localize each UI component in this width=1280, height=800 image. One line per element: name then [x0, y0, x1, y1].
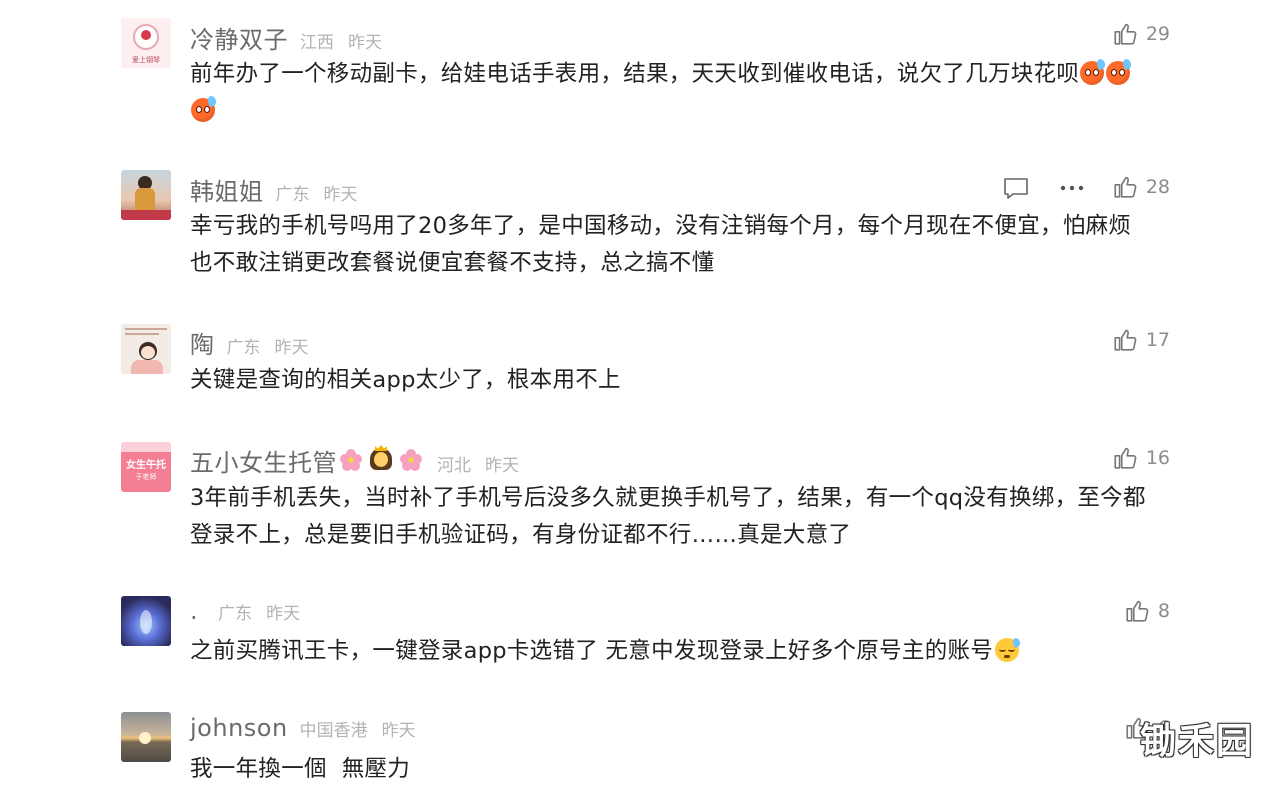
- comment-text-line: 也不敢注销更改套餐说便宜套餐不支持，总之搞不懂: [190, 250, 715, 276]
- comment-bubble-icon: [1004, 178, 1028, 199]
- comment-text-content: 前年办了一个移动副卡，给娃电话手表用，结果，天天收到催收电话，说欠了几万块花呗: [190, 61, 1080, 87]
- time-label: 昨天: [266, 604, 301, 624]
- avatar-subtext: 于老师: [135, 473, 157, 481]
- like-button[interactable]: 16: [1112, 445, 1170, 471]
- comment-text: 3年前手机丢失，当时补了手机号后没多久就更换手机号了，结果，有一个qq没有换绑，…: [190, 480, 1180, 554]
- like-button[interactable]: 17: [1112, 327, 1170, 353]
- username[interactable]: 陶: [190, 325, 215, 360]
- like-count: 8: [1157, 600, 1170, 622]
- avatar-text: 爱上钢琴: [132, 56, 160, 64]
- reply-button[interactable]: [1001, 173, 1031, 203]
- watermark: 锄禾园: [1139, 721, 1254, 762]
- time-label: 昨天: [323, 185, 358, 205]
- thumbs-up-icon: [1114, 447, 1137, 469]
- like-button[interactable]: 29: [1112, 21, 1170, 47]
- comment-text-line: 关键是查询的相关app太少了，根本用不上: [190, 367, 621, 393]
- region-label: 中国香港: [299, 721, 368, 741]
- region-label: 河北: [437, 456, 471, 476]
- more-button[interactable]: [1057, 173, 1087, 203]
- princess-emoji: [369, 445, 393, 471]
- username[interactable]: 冷静双子: [190, 20, 288, 55]
- cold-sweat-emoji: [191, 94, 218, 122]
- comment-text: 关键是查询的相关app太少了，根本用不上: [190, 362, 1180, 399]
- avatar[interactable]: [121, 596, 171, 646]
- avatar[interactable]: 爱上钢琴: [121, 18, 171, 68]
- thumbs-up-icon: [1114, 23, 1137, 45]
- time-label: 昨天: [381, 721, 416, 741]
- like-button[interactable]: 28: [1112, 174, 1170, 200]
- time-label: 昨天: [348, 33, 382, 53]
- time-label: 昨天: [485, 456, 519, 476]
- username[interactable]: johnson: [190, 714, 288, 742]
- comment-text-line: 登录不上，总是要旧手机验证码，有身份证都不行……真是大意了: [190, 522, 852, 548]
- avatar-text: 女生午托: [126, 460, 166, 471]
- username[interactable]: .: [190, 597, 198, 625]
- comment-text-line: 我一年換一個 無壓力: [190, 756, 411, 782]
- comment-text: 之前买腾讯王卡，一键登录app卡选错了 无意中发现登录上好多个原号主的账号: [190, 633, 1180, 670]
- avatar[interactable]: 女生午托 于老师: [121, 442, 171, 492]
- comment-text-content: 之前买腾讯王卡，一键登录app卡选错了 无意中发现登录上好多个原号主的账号: [190, 638, 994, 664]
- cherry-blossom-emoji: [340, 449, 362, 471]
- comment-text: 前年办了一个移动副卡，给娃电话手表用，结果，天天收到催收电话，说欠了几万块花呗: [190, 56, 1180, 130]
- cold-sweat-emoji: [1106, 57, 1133, 85]
- region-label: 广东: [226, 338, 261, 358]
- yawn-sweat-emoji: [995, 637, 1022, 662]
- avatar[interactable]: [121, 712, 171, 762]
- username[interactable]: 五小女生托管: [190, 443, 337, 478]
- region-label: 广东: [218, 604, 253, 624]
- comment-text: 我一年換一個 無壓力: [190, 751, 1180, 788]
- like-count: 16: [1145, 447, 1170, 469]
- cold-sweat-emoji: [1080, 57, 1107, 85]
- time-label: 昨天: [274, 338, 309, 358]
- like-count: 28: [1145, 176, 1170, 198]
- thumbs-up-icon: [1114, 329, 1137, 351]
- like-count: 29: [1145, 23, 1170, 45]
- more-dots-icon: [1060, 185, 1084, 191]
- cherry-blossom-emoji: [400, 449, 422, 471]
- like-button[interactable]: 8: [1124, 598, 1170, 624]
- region-label: 江西: [300, 33, 334, 53]
- avatar[interactable]: [121, 324, 171, 374]
- comment-text-line: 幸亏我的手机号吗用了20多年了，是中国移动，没有注销每个月，每个月现在不便宜，怕…: [190, 213, 1132, 239]
- avatar[interactable]: [121, 170, 171, 220]
- username[interactable]: 韩姐姐: [190, 172, 264, 207]
- comment-text-line: 3年前手机丢失，当时补了手机号后没多久就更换手机号了，结果，有一个qq没有换绑，…: [190, 485, 1146, 511]
- comment-text: 幸亏我的手机号吗用了20多年了，是中国移动，没有注销每个月，每个月现在不便宜，怕…: [190, 208, 1180, 282]
- thumbs-up-icon: [1126, 600, 1149, 622]
- thumbs-up-icon: [1114, 176, 1137, 198]
- like-count: 17: [1145, 329, 1170, 351]
- region-label: 广东: [275, 185, 310, 205]
